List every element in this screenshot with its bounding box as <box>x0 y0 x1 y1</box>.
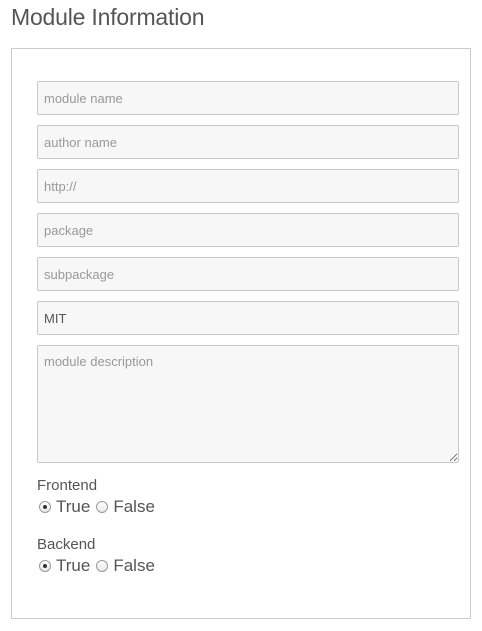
backend-true-label[interactable]: True <box>56 556 90 576</box>
page-title: Module Information <box>11 4 205 30</box>
frontend-false-radio[interactable] <box>96 501 109 513</box>
frontend-true-radio[interactable] <box>39 501 51 513</box>
backend-false-label[interactable]: False <box>113 556 155 576</box>
frontend-radio-group: True False <box>37 497 159 517</box>
module-info-panel: Frontend True False Backend True False <box>11 48 471 619</box>
backend-false-radio[interactable] <box>96 560 109 572</box>
subpackage-input[interactable] <box>37 257 459 291</box>
backend-label: Backend <box>37 536 96 553</box>
license-input[interactable] <box>37 301 459 335</box>
backend-true-radio[interactable] <box>39 560 51 572</box>
package-input[interactable] <box>37 213 459 247</box>
module-name-input[interactable] <box>37 81 459 115</box>
backend-radio-group: True False <box>37 556 159 576</box>
frontend-true-label[interactable]: True <box>56 497 90 517</box>
frontend-false-label[interactable]: False <box>113 497 155 517</box>
url-input[interactable] <box>37 169 459 203</box>
module-description-textarea[interactable] <box>37 345 459 463</box>
author-name-input[interactable] <box>37 125 459 159</box>
frontend-label: Frontend <box>37 477 98 494</box>
